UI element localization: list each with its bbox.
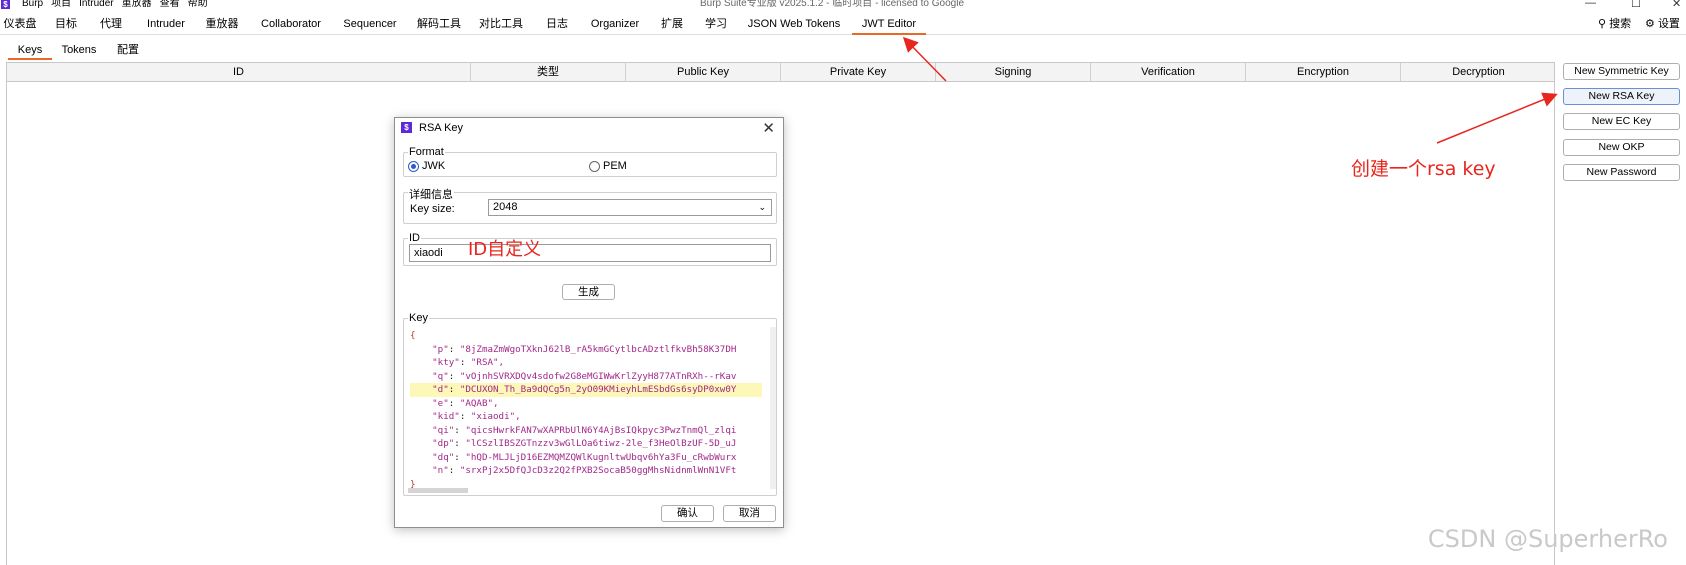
key-json-line: "qi": "qicsHwrkFAN7wXAPRbUlN6Y4AjBsIQkpy… bbox=[432, 424, 737, 436]
json-value: "DCUXON_Th_Ba9dQCg5n_2yO09KMieyhLmESbdGs… bbox=[459, 384, 737, 395]
id-input-value: xiaodi bbox=[414, 247, 443, 259]
json-key: "p" bbox=[432, 343, 449, 355]
key-json-line: "dp": "lCSzlIBSZGTnzzv3wGlLOa6tiwz-2le_f… bbox=[432, 438, 737, 449]
key-json-editor[interactable]: { "p": "8jZmaZmWgoTXknJ62lB_rA5kmGCytlbc… bbox=[410, 329, 762, 489]
id-group: ID xiaodi ID自定义 bbox=[403, 232, 777, 266]
key-json-line: { bbox=[410, 329, 762, 343]
format-pem-label: PEM bbox=[603, 160, 627, 172]
key-json-line: "e": "AQAB", bbox=[432, 397, 499, 409]
arrow-to-jwt-tab bbox=[902, 36, 947, 82]
format-legend: Format bbox=[408, 146, 445, 158]
format-jwk-label: JWK bbox=[422, 160, 446, 172]
format-group: Format JWK PEM bbox=[403, 146, 777, 177]
rsa-key-dialog: $ RSA Key ✕ Format JWK PEM 详细信息 Key size… bbox=[394, 117, 784, 528]
key-legend: Key bbox=[408, 312, 429, 324]
key-json-line: "d": "DCUXON_Th_Ba9dQCg5n_2yO09KMieyhLmE… bbox=[410, 383, 762, 397]
details-group: 详细信息 Key size: 2048 ⌄ bbox=[403, 186, 777, 224]
key-json-line: "dq": "hQD-MLJLjD16EZMQMZQWlKugnltwUbqv6… bbox=[432, 451, 737, 463]
radio-unselected-icon bbox=[589, 160, 600, 172]
dialog-title: RSA Key bbox=[419, 122, 464, 134]
key-size-label: Key size: bbox=[410, 203, 455, 215]
json-key: "dp" bbox=[432, 438, 455, 449]
annotation-create-rsa-key: 创建一个rsa key bbox=[1351, 158, 1496, 180]
key-json-line: "p": "8jZmaZmWgoTXknJ62lB_rA5kmGCytlbcAD… bbox=[432, 343, 737, 355]
json-key: "q" bbox=[432, 370, 449, 382]
key-editor-horizontal-scrollbar[interactable] bbox=[408, 488, 468, 493]
generate-button[interactable]: 生成 bbox=[562, 284, 615, 300]
key-json-line: "n": "srxPj2x5DfQJcD3z2Q2fPXB2SocaB50ggM… bbox=[432, 465, 737, 476]
json-brace: { bbox=[410, 330, 416, 341]
json-key: "dq" bbox=[432, 451, 455, 463]
key-json-line: "q": "vOjnhSVRXDQv4sdofw2G8eMGIWwKrlZyyH… bbox=[432, 370, 737, 382]
json-key: "kty" bbox=[432, 357, 460, 368]
chevron-down-icon: ⌄ bbox=[758, 202, 766, 212]
id-input[interactable]: xiaodi bbox=[409, 244, 771, 262]
json-value: "vOjnhSVRXDQv4sdofw2G8eMGIWwKrlZyyH877AT… bbox=[459, 370, 737, 382]
json-value: "xiaodi", bbox=[470, 411, 521, 422]
burp-dialog-icon: $ bbox=[401, 122, 412, 133]
format-pem-radio[interactable]: PEM bbox=[589, 160, 627, 172]
confirm-button[interactable]: 确认 bbox=[661, 505, 714, 522]
format-jwk-radio[interactable]: JWK bbox=[408, 160, 445, 172]
json-value: "RSA", bbox=[470, 357, 505, 368]
radio-selected-icon bbox=[408, 160, 419, 172]
json-value: "qicsHwrkFAN7wXAPRbUlN6Y4AjBsIQkpyc3PwzT… bbox=[465, 424, 737, 436]
key-group: Key { "p": "8jZmaZmWgoTXknJ62lB_rA5kmGCy… bbox=[403, 312, 777, 496]
dialog-title-bar: $ RSA Key ✕ bbox=[395, 118, 783, 138]
json-value: "AQAB", bbox=[459, 397, 499, 409]
json-key: "n" bbox=[432, 465, 449, 476]
arrow-to-rsa-button bbox=[1436, 92, 1558, 144]
key-editor-vertical-scrollbar[interactable] bbox=[770, 327, 776, 489]
cancel-button[interactable]: 取消 bbox=[723, 505, 776, 522]
details-legend: 详细信息 bbox=[408, 186, 454, 202]
annotation-arrows bbox=[902, 36, 1558, 144]
key-json-line: "kid": "xiaodi", bbox=[432, 411, 521, 422]
json-key: "qi" bbox=[432, 424, 455, 436]
watermark: CSDN @SuperherRo bbox=[1427, 525, 1668, 553]
key-json-line: "kty": "RSA", bbox=[432, 357, 505, 368]
json-key: "d" bbox=[432, 384, 449, 395]
json-value: "lCSzlIBSZGTnzzv3wGlLOa6tiwz-2le_f3HeOlB… bbox=[465, 438, 737, 449]
id-legend: ID bbox=[408, 232, 421, 244]
json-value: "8jZmaZmWgoTXknJ62lB_rA5kmGCytlbcADztlfk… bbox=[459, 343, 737, 355]
key-size-select[interactable]: 2048 ⌄ bbox=[488, 199, 772, 216]
dialog-close-icon[interactable]: ✕ bbox=[762, 119, 775, 137]
annotation-custom-id: ID自定义 bbox=[468, 239, 542, 260]
json-key: "e" bbox=[432, 397, 449, 409]
json-value: "hQD-MLJLjD16EZMQMZQWlKugnltwUbqv6hYa3Fu… bbox=[465, 451, 737, 463]
json-value: "srxPj2x5DfQJcD3z2Q2fPXB2SocaB50ggMhsNid… bbox=[459, 465, 737, 476]
key-size-value: 2048 bbox=[493, 201, 518, 213]
json-key: "kid" bbox=[432, 411, 460, 422]
